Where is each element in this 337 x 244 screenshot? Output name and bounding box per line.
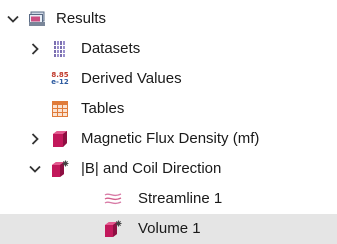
plot-group-3d-star-icon bbox=[51, 160, 69, 178]
tree-node-volume-1[interactable]: Volume 1 bbox=[0, 214, 337, 244]
tree-node-label: Streamline 1 bbox=[138, 190, 223, 207]
streamline-icon bbox=[104, 190, 122, 208]
derived-values-icon: 8.85 e-12 bbox=[51, 70, 69, 88]
tree-node-label: Magnetic Flux Density (mf) bbox=[81, 130, 260, 147]
tree-node-label: Tables bbox=[81, 100, 125, 117]
volume-plot-icon bbox=[104, 220, 122, 238]
chevron-down-icon[interactable] bbox=[6, 12, 20, 26]
tree-node-label: Datasets bbox=[81, 40, 141, 57]
tree-node-tables[interactable]: Tables bbox=[0, 94, 337, 124]
tree-node-label: Results bbox=[56, 10, 107, 27]
results-folder-icon bbox=[28, 10, 46, 28]
derived-values-icon-exponent: e-12 bbox=[51, 78, 69, 86]
chevron-right-icon[interactable] bbox=[28, 132, 42, 146]
tree-node-label: Volume 1 bbox=[138, 220, 201, 237]
model-builder-tree: Results Datasets 8.85 e-12 Derived Value… bbox=[0, 0, 337, 244]
tree-node-derived-values[interactable]: 8.85 e-12 Derived Values bbox=[0, 64, 337, 94]
tree-node-magnetic-flux-density[interactable]: Magnetic Flux Density (mf) bbox=[0, 124, 337, 154]
tree-node-streamline-1[interactable]: Streamline 1 bbox=[0, 184, 337, 214]
tree-node-datasets[interactable]: Datasets bbox=[0, 34, 337, 64]
tree-node-label: |B| and Coil Direction bbox=[81, 160, 222, 177]
tree-node-coil-direction[interactable]: |B| and Coil Direction bbox=[0, 154, 337, 184]
chevron-down-icon[interactable] bbox=[28, 162, 42, 176]
tree-node-label: Derived Values bbox=[81, 70, 182, 87]
table-icon bbox=[51, 100, 69, 118]
plot-group-3d-icon bbox=[51, 130, 69, 148]
tree-node-results[interactable]: Results bbox=[0, 4, 337, 34]
datasets-icon bbox=[51, 40, 69, 58]
chevron-right-icon[interactable] bbox=[28, 42, 42, 56]
